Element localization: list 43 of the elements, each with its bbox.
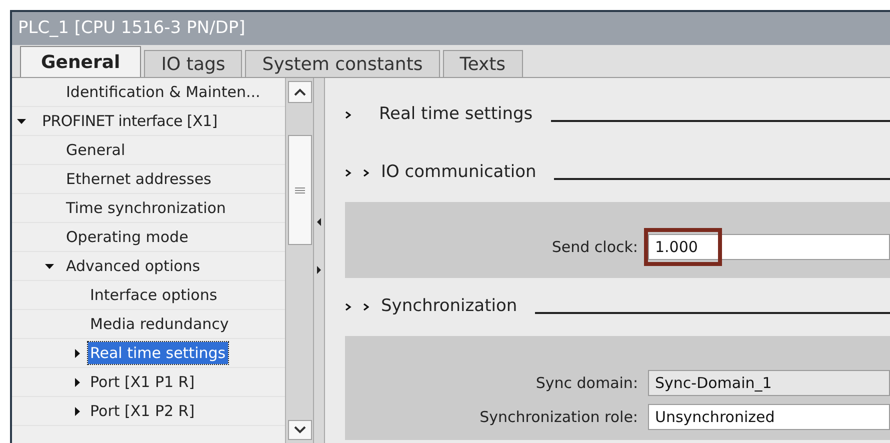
chevron-icon (345, 111, 351, 119)
field-label: Send clock: (550, 236, 639, 258)
tree-item[interactable]: Time synchronization (66, 196, 226, 220)
section-title: Real time settings (379, 103, 533, 126)
tree-item[interactable]: Port [X1 P2 R] (90, 400, 195, 422)
field-label: Sync domain: (534, 372, 639, 394)
tree-item[interactable]: Port [X1 P1 R] (90, 370, 195, 394)
scroll-up-button[interactable] (288, 81, 312, 103)
input-field[interactable]: 1.000 (648, 234, 890, 260)
collapsed-arrow-icon[interactable] (73, 378, 82, 386)
field-label: Synchronization role: (478, 406, 639, 428)
collapse-left-icon[interactable] (316, 218, 322, 226)
section-title: IO communication (381, 161, 536, 184)
tab[interactable]: System constants (245, 50, 440, 77)
tree-item[interactable]: Identification & Mainten... (66, 80, 260, 104)
scrollbar[interactable] (285, 78, 313, 443)
tree-item[interactable]: PROFINET interface [X1] (42, 110, 218, 132)
tree-item[interactable]: General (66, 138, 126, 162)
tree-item[interactable]: Real time settings (88, 342, 228, 364)
tab[interactable]: General (20, 46, 142, 77)
input-field[interactable]: Unsynchronized (648, 404, 890, 430)
section-title: Synchronization (381, 295, 518, 318)
tree-item[interactable]: Advanced options (66, 254, 200, 278)
tree-item[interactable]: Interface options (90, 284, 218, 306)
expanded-arrow-icon[interactable] (17, 116, 26, 126)
tree-item[interactable]: Media redundancy (90, 312, 229, 336)
collapsed-arrow-icon[interactable] (73, 406, 82, 416)
tree-item[interactable]: Ethernet addresses (66, 168, 212, 190)
tab[interactable]: IO tags (144, 50, 242, 77)
expand-right-icon[interactable] (316, 266, 322, 274)
scroll-down-button[interactable] (288, 420, 312, 440)
chevron-down-icon (294, 426, 306, 434)
double-chevron-icon (345, 303, 369, 311)
collapsed-arrow-icon[interactable] (73, 348, 82, 358)
scroll-thumb[interactable] (288, 135, 312, 245)
tab[interactable]: Texts (442, 50, 523, 77)
double-chevron-icon (345, 169, 369, 177)
chevron-up-icon (294, 88, 306, 96)
grip-icon (294, 186, 304, 194)
expanded-arrow-icon[interactable] (45, 262, 54, 270)
input-field[interactable]: Sync-Domain_1 (648, 370, 890, 396)
window-title: PLC_1 [CPU 1516-3 PN/DP] (12, 12, 890, 45)
tree-item[interactable]: Operating mode (66, 226, 188, 248)
